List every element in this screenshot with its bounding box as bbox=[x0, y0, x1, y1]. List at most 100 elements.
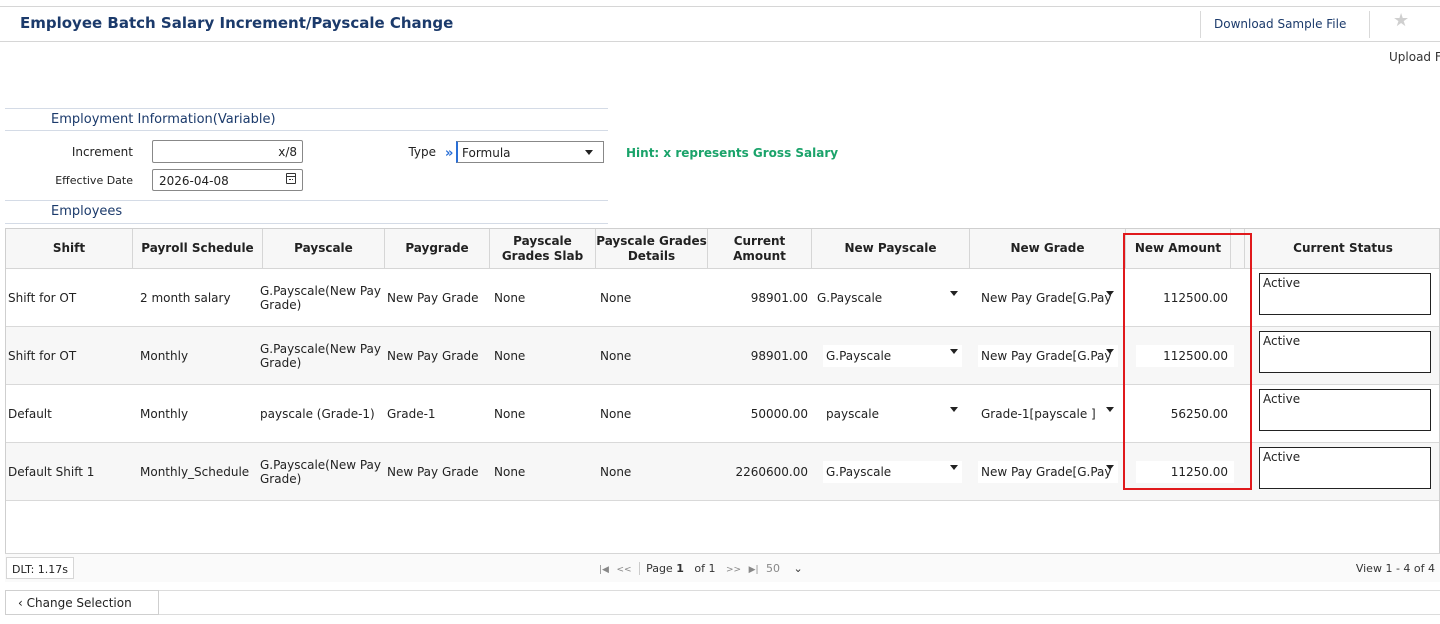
pager: |◀ << Page 1 of 1 >> ▶| 50 ⌄ bbox=[599, 562, 803, 575]
prev-page-icon[interactable]: << bbox=[616, 565, 631, 575]
new-amount-input[interactable]: 112500.00 bbox=[1136, 287, 1234, 309]
new-payscale-select[interactable]: G.Payscale bbox=[823, 461, 962, 483]
type-select-value: Formula bbox=[462, 146, 511, 160]
dlt-badge: DLT: 1.17s bbox=[6, 557, 75, 579]
cell-paygrade: New Pay Grade bbox=[387, 464, 479, 479]
change-selection-label: Change Selection bbox=[26, 596, 132, 610]
section-divider bbox=[5, 108, 608, 109]
chevron-down-icon bbox=[950, 349, 958, 354]
section-divider bbox=[5, 200, 608, 201]
new-amount-input[interactable]: 56250.00 bbox=[1136, 403, 1234, 425]
favorite-star-icon[interactable]: ★ bbox=[1393, 10, 1409, 31]
new-grade-select[interactable]: New Pay Grade[G.Pay bbox=[978, 287, 1118, 309]
column-header-payscale[interactable]: Payscale bbox=[263, 229, 385, 269]
chevron-down-icon bbox=[1106, 291, 1114, 296]
cell-payroll-schedule: Monthly bbox=[140, 348, 189, 363]
cell-payscale: G.Payscale(New Pay Grade) bbox=[260, 341, 382, 370]
action-bar-divider bbox=[159, 590, 1440, 615]
change-selection-button[interactable]: ‹ Change Selection bbox=[5, 590, 159, 615]
cell-paygrade: Grade-1 bbox=[387, 406, 436, 421]
new-amount-input[interactable]: 11250.00 bbox=[1136, 461, 1234, 483]
cell-grades-slab: None bbox=[494, 348, 526, 363]
increment-value: x/8 bbox=[278, 145, 297, 159]
column-header-grades-details[interactable]: Payscale Grades Details bbox=[596, 229, 708, 269]
calendar-icon[interactable] bbox=[286, 173, 296, 184]
new-payscale-value: G.Payscale bbox=[826, 465, 892, 479]
new-grade-value: New Pay Grade[G.Pay bbox=[981, 349, 1112, 363]
column-header-payroll-schedule[interactable]: Payroll Schedule bbox=[133, 229, 263, 269]
new-grade-value: New Pay Grade[G.Pay bbox=[981, 291, 1112, 305]
cell-grades-details: None bbox=[600, 464, 632, 479]
cell-grades-details: None bbox=[600, 290, 632, 305]
new-grade-value: Grade-1[payscale ] bbox=[981, 407, 1096, 421]
cell-grades-slab: None bbox=[494, 290, 526, 305]
cell-payscale: G.Payscale(New Pay Grade) bbox=[260, 283, 382, 312]
new-payscale-value: payscale bbox=[826, 407, 879, 421]
cell-payroll-schedule: 2 month salary bbox=[140, 290, 231, 305]
new-payscale-value: G.Payscale bbox=[826, 349, 892, 363]
cell-shift: Default bbox=[8, 406, 52, 421]
cell-current-amount: 2260600.00 bbox=[735, 464, 808, 479]
new-payscale-select[interactable]: G.Payscale bbox=[814, 287, 962, 309]
increment-label: Increment bbox=[71, 145, 133, 159]
cell-current-amount: 98901.00 bbox=[750, 290, 808, 305]
cell-shift: Default Shift 1 bbox=[8, 464, 95, 479]
table-row[interactable]: Shift for OT 2 month salary G.Payscale(N… bbox=[6, 269, 1439, 327]
page-size-value[interactable]: 50 bbox=[766, 562, 780, 575]
current-status-field[interactable]: Active bbox=[1259, 331, 1431, 373]
current-status-field[interactable]: Active bbox=[1259, 447, 1431, 489]
chevron-left-icon: ‹ bbox=[18, 596, 23, 610]
type-label: Type bbox=[408, 145, 436, 159]
new-grade-select[interactable]: New Pay Grade[G.Pay bbox=[978, 461, 1118, 483]
new-payscale-select[interactable]: payscale bbox=[823, 403, 962, 425]
next-page-icon[interactable]: >> bbox=[726, 565, 741, 575]
column-header-spacer bbox=[1231, 229, 1245, 269]
column-header-new-grade[interactable]: New Grade bbox=[970, 229, 1126, 269]
page-number-input[interactable]: 1 bbox=[676, 562, 684, 575]
cell-current-amount: 50000.00 bbox=[750, 406, 808, 421]
column-header-paygrade[interactable]: Paygrade bbox=[385, 229, 490, 269]
chevron-down-icon bbox=[950, 407, 958, 412]
increment-input[interactable]: x/8 bbox=[152, 140, 303, 163]
cell-grades-details: None bbox=[600, 348, 632, 363]
current-status-field[interactable]: Active bbox=[1259, 273, 1431, 315]
download-sample-file-button[interactable]: Download Sample File bbox=[1200, 11, 1370, 38]
employees-grid: Shift Payroll Schedule Payscale Paygrade… bbox=[5, 228, 1440, 582]
chevron-down-icon[interactable]: ⌄ bbox=[794, 562, 803, 575]
chevron-down-icon bbox=[950, 291, 958, 296]
page-label: Page bbox=[646, 562, 673, 575]
new-payscale-select[interactable]: G.Payscale bbox=[823, 345, 962, 367]
column-header-current-status[interactable]: Current Status bbox=[1245, 229, 1439, 269]
chevron-down-icon bbox=[1106, 349, 1114, 354]
employment-info-title: Employment Information(Variable) bbox=[51, 112, 276, 127]
upload-file-link[interactable]: Upload F bbox=[1389, 50, 1440, 64]
type-select[interactable]: Formula bbox=[456, 141, 604, 163]
column-header-grades-slab[interactable]: Payscale Grades Slab bbox=[490, 229, 596, 269]
cell-shift: Shift for OT bbox=[8, 348, 77, 363]
new-amount-input[interactable]: 112500.00 bbox=[1136, 345, 1234, 367]
cell-paygrade: New Pay Grade bbox=[387, 348, 479, 363]
effective-date-input[interactable]: 2026-04-08 bbox=[152, 169, 303, 191]
table-row[interactable]: Default Shift 1 Monthly_Schedule G.Paysc… bbox=[6, 443, 1439, 501]
column-header-new-payscale[interactable]: New Payscale bbox=[812, 229, 970, 269]
current-status-field[interactable]: Active bbox=[1259, 389, 1431, 431]
column-header-current-amount[interactable]: Current Amount bbox=[708, 229, 812, 269]
hint-text: Hint: x represents Gross Salary bbox=[626, 146, 839, 160]
cell-payscale: G.Payscale(New Pay Grade) bbox=[260, 457, 382, 486]
page-indicator: Page 1 of 1 bbox=[639, 562, 715, 575]
table-row[interactable]: Shift for OT Monthly G.Payscale(New Pay … bbox=[6, 327, 1439, 385]
first-page-icon[interactable]: |◀ bbox=[599, 565, 609, 575]
column-header-shift[interactable]: Shift bbox=[6, 229, 133, 269]
page-header: Employee Batch Salary Increment/Payscale… bbox=[0, 6, 1440, 42]
column-header-new-amount[interactable]: New Amount bbox=[1126, 229, 1231, 269]
effective-date-label: Effective Date bbox=[55, 174, 133, 187]
cell-grades-slab: None bbox=[494, 464, 526, 479]
new-grade-select[interactable]: Grade-1[payscale ] bbox=[978, 403, 1118, 425]
table-row[interactable]: Default Monthly payscale (Grade-1) Grade… bbox=[6, 385, 1439, 443]
last-page-icon[interactable]: ▶| bbox=[749, 565, 759, 575]
new-grade-select[interactable]: New Pay Grade[G.Pay bbox=[978, 345, 1118, 367]
chevron-down-icon bbox=[585, 150, 593, 155]
chevron-down-icon bbox=[1106, 407, 1114, 412]
cell-grades-slab: None bbox=[494, 406, 526, 421]
page-title: Employee Batch Salary Increment/Payscale… bbox=[20, 14, 454, 32]
